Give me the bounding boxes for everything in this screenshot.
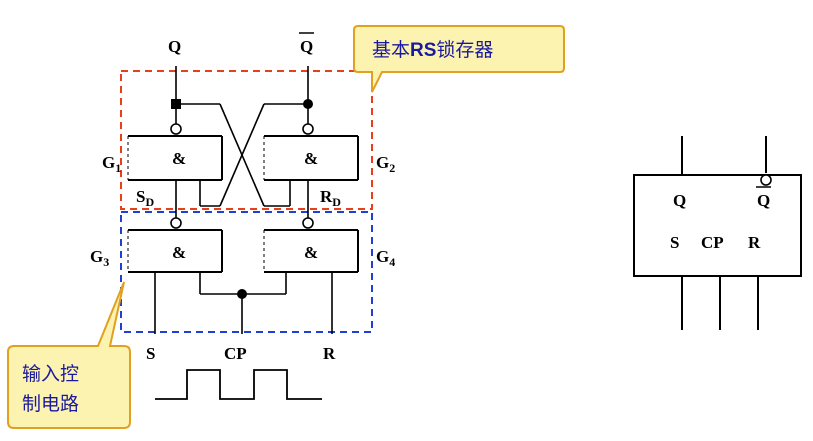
gate-g4-symbol: & bbox=[304, 243, 318, 262]
g3-label: G3 bbox=[90, 247, 109, 269]
input-control-callout-line2: 制电路 bbox=[22, 393, 79, 415]
latch-boundary bbox=[120, 70, 373, 210]
symbol-r-label: R bbox=[748, 233, 761, 252]
g4-label: G4 bbox=[376, 247, 395, 269]
symbol-qbar-bubble bbox=[760, 174, 772, 186]
symbol-cp-label: CP bbox=[701, 233, 724, 252]
cp-junction bbox=[237, 289, 247, 299]
g2-label: G2 bbox=[376, 153, 395, 175]
g3-output-bubble bbox=[170, 217, 182, 229]
latch-callout: 基本RS锁存器 bbox=[353, 25, 565, 93]
symbol-q-label: Q bbox=[673, 191, 686, 210]
r-input-label: R bbox=[323, 344, 336, 363]
gate-g2-symbol: & bbox=[304, 149, 318, 168]
input-control-callout: 输入控 制电路 bbox=[7, 281, 131, 429]
g1-output-bubble bbox=[170, 123, 182, 135]
g1-label: G1 bbox=[102, 153, 121, 175]
qbar-junction bbox=[303, 99, 313, 109]
latch-callout-text: 基本RS锁存器 bbox=[372, 39, 493, 61]
symbol-qbar-label: Q bbox=[757, 191, 770, 210]
sd-label: SD bbox=[136, 187, 154, 209]
cp-clock-waveform bbox=[155, 369, 322, 400]
g4-output-bubble bbox=[302, 217, 314, 229]
input-control-callout-line1: 输入控 bbox=[22, 363, 79, 385]
s-input-label: S bbox=[146, 344, 155, 363]
flip-flop-diagram: & & & & Q Q G1 G2 G3 G4 SD RD S CP R 基本R… bbox=[7, 25, 802, 429]
gate-g1-symbol: & bbox=[172, 149, 186, 168]
rd-label: RD bbox=[320, 187, 341, 209]
gate-g3-symbol: & bbox=[172, 243, 186, 262]
symbol-s-label: S bbox=[670, 233, 679, 252]
cp-input-label: CP bbox=[224, 344, 247, 363]
qbar-label: Q bbox=[300, 37, 313, 56]
g2-output-bubble bbox=[302, 123, 314, 135]
q-junction bbox=[171, 99, 181, 109]
q-label: Q bbox=[168, 37, 181, 56]
